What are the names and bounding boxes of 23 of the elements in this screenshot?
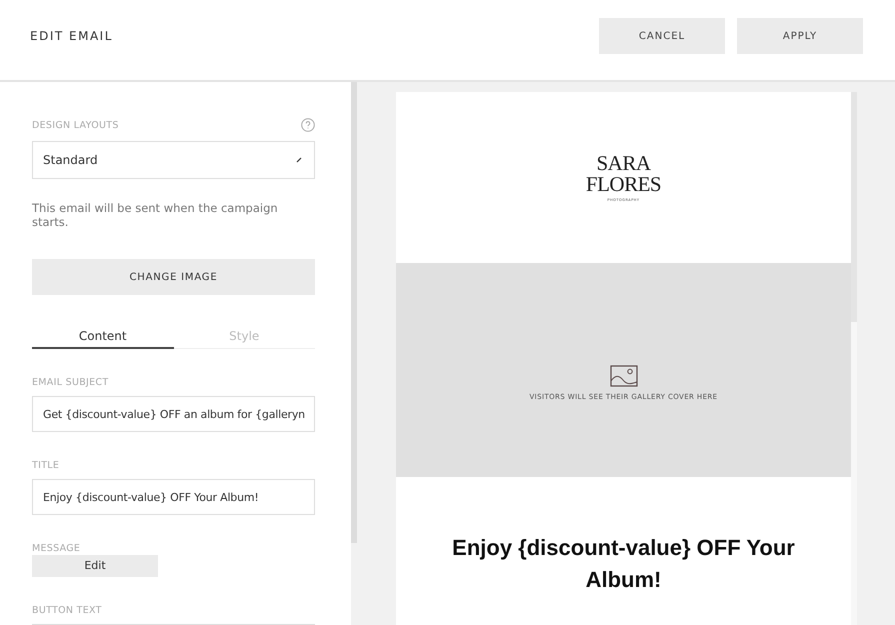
tab[interactable]: Content — [32, 329, 174, 349]
scrollbar[interactable] — [851, 92, 857, 322]
field-label: DESIGN LAYOUTS — [32, 120, 119, 130]
input-field[interactable]: Get {discount-value} OFF an album for {galleryn — [32, 396, 315, 432]
input-field[interactable]: Enjoy {discount-value} OFF Your Album! — [32, 479, 315, 515]
change-image-button[interactable]: CHANGE IMAGE — [32, 259, 315, 295]
header-button[interactable]: APPLY — [737, 18, 863, 54]
info-text: This email will be sent when the campaign starts. — [32, 201, 279, 229]
image-icon — [610, 365, 638, 387]
header-button[interactable]: CANCEL — [599, 18, 725, 54]
field-label: TITLE — [32, 460, 60, 471]
page-title: EDIT EMAIL — [30, 29, 114, 43]
layout-dropdown[interactable]: Standard — [32, 141, 315, 179]
field-label: MESSAGE — [32, 543, 82, 554]
field-label: BUTTON TEXT — [32, 604, 103, 616]
email-title: Enjoy {discount-value} OFF Your Album! — [451, 534, 796, 594]
edit-button[interactable]: Edit — [32, 554, 158, 576]
scrollbar[interactable] — [351, 82, 357, 543]
caret-icon — [296, 157, 302, 163]
logo-text: SARA — [596, 153, 651, 174]
field-label: EMAIL SUBJECT — [32, 377, 110, 388]
logo-text: FLORES — [586, 174, 662, 195]
help-icon[interactable] — [301, 118, 315, 132]
